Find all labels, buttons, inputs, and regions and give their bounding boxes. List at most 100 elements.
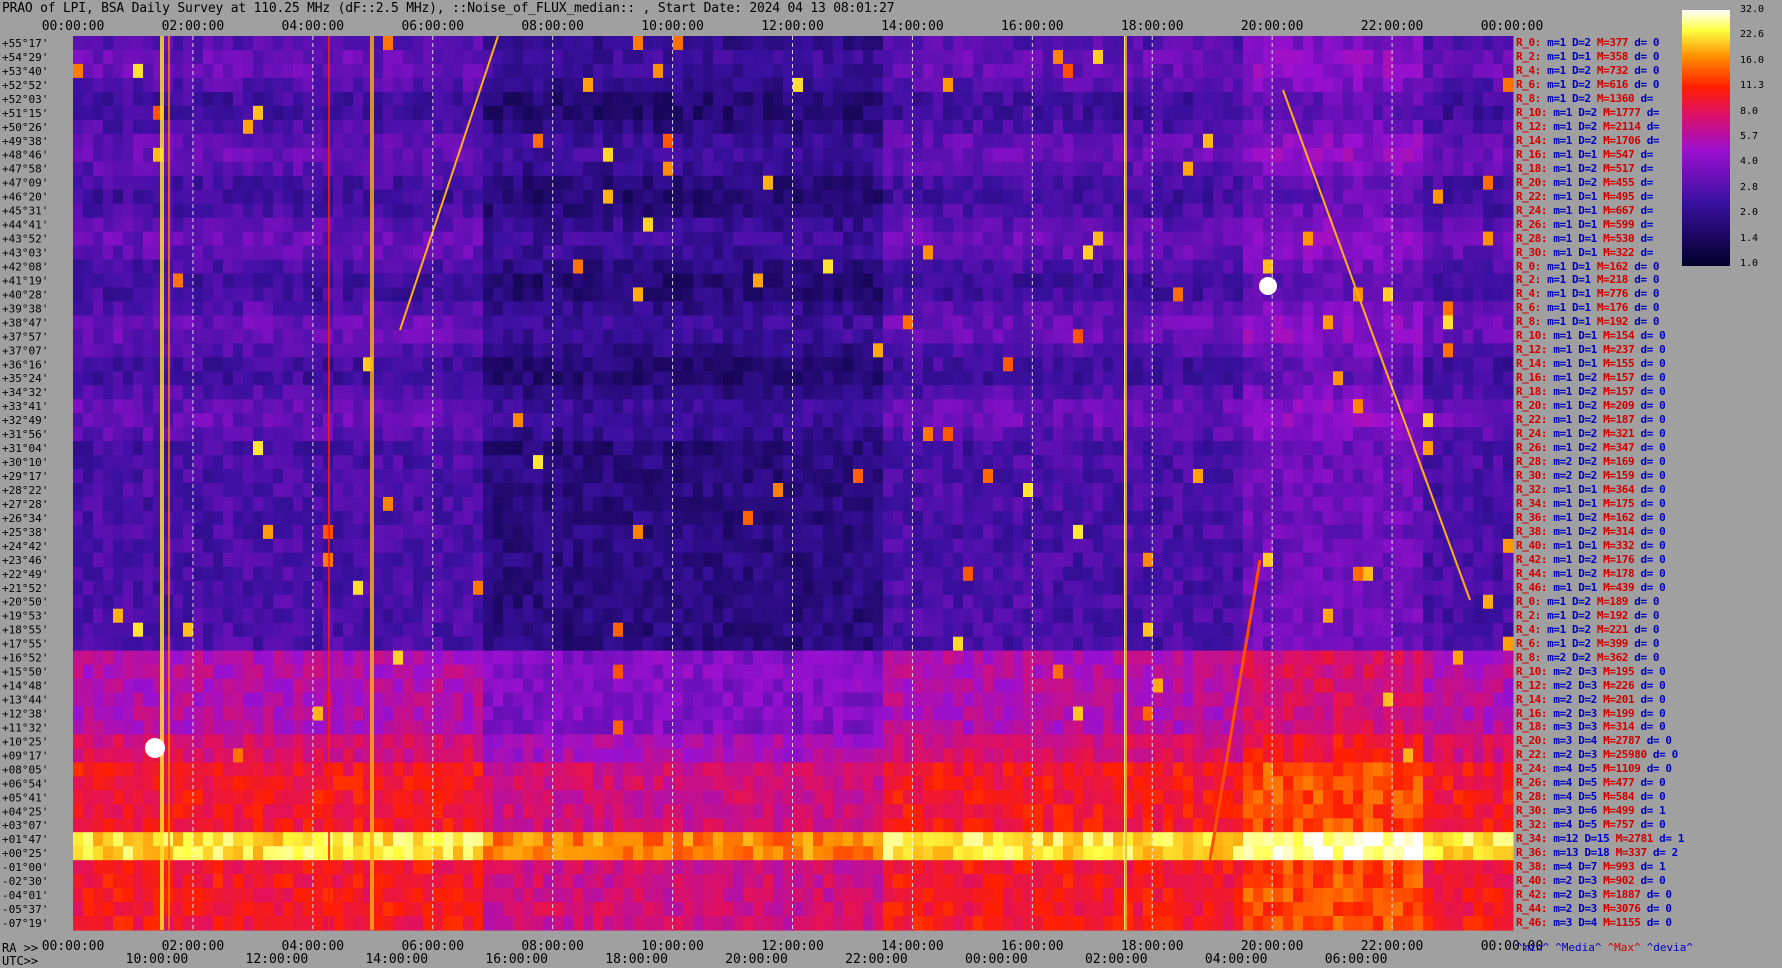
heatmap-cell bbox=[783, 329, 794, 344]
heatmap-cell bbox=[1323, 119, 1334, 135]
heatmap-cell bbox=[1373, 217, 1384, 233]
heatmap-cell bbox=[1413, 343, 1424, 358]
heatmap-cell bbox=[1183, 245, 1194, 261]
heatmap-cell bbox=[923, 343, 934, 358]
heatmap-cell bbox=[1473, 63, 1484, 79]
heatmap-cell bbox=[123, 469, 134, 484]
heatmap-cell bbox=[1453, 427, 1464, 442]
heatmap-cell bbox=[843, 231, 854, 247]
heatmap-cell bbox=[1253, 203, 1264, 219]
heatmap-cell bbox=[763, 469, 774, 484]
heatmap-cell bbox=[1073, 483, 1084, 498]
heatmap-cell bbox=[703, 161, 714, 177]
heatmap-cell bbox=[793, 301, 804, 316]
heatmap-cell bbox=[533, 161, 544, 177]
heatmap-cell bbox=[603, 91, 614, 107]
heatmap-cell bbox=[383, 231, 394, 247]
heatmap-cell bbox=[1063, 413, 1074, 428]
heatmap-cell bbox=[1343, 203, 1354, 219]
heatmap-cell bbox=[263, 231, 274, 247]
heatmap-cell bbox=[653, 287, 664, 302]
heatmap-cell bbox=[403, 119, 414, 135]
heatmap-cell bbox=[1203, 287, 1214, 302]
heatmap-cell bbox=[243, 343, 254, 358]
heatmap-cell bbox=[1173, 441, 1184, 456]
heatmap-cell bbox=[913, 203, 924, 219]
heatmap-cell bbox=[743, 203, 754, 219]
heatmap-cell bbox=[173, 91, 184, 107]
heatmap-cell bbox=[1073, 203, 1084, 219]
heatmap-cell bbox=[793, 287, 804, 302]
heatmap-cell bbox=[1073, 385, 1084, 400]
heatmap-cell bbox=[193, 231, 204, 247]
heatmap-cell bbox=[983, 273, 994, 289]
heatmap-cell bbox=[353, 105, 364, 121]
heatmap-cell bbox=[853, 510, 864, 526]
heatmap-cell bbox=[863, 133, 874, 149]
heatmap-cell bbox=[873, 385, 884, 400]
heatmap-cell bbox=[983, 133, 994, 149]
heatmap-cell bbox=[723, 413, 734, 428]
heatmap-cell bbox=[683, 119, 694, 135]
heatmap-cell bbox=[1283, 161, 1294, 177]
heatmap-cell bbox=[1243, 217, 1254, 233]
heatmap-cell bbox=[593, 245, 604, 261]
heatmap-cell bbox=[1113, 91, 1124, 107]
heatmap-cell bbox=[1013, 413, 1024, 428]
heatmap-cell bbox=[1173, 175, 1184, 191]
heatmap-cell bbox=[1413, 385, 1424, 400]
heatmap-cell bbox=[683, 455, 694, 470]
heatmap-cell bbox=[403, 231, 414, 247]
heatmap-cell bbox=[213, 63, 224, 79]
heatmap-cell bbox=[313, 385, 324, 400]
heatmap-cell bbox=[823, 399, 834, 414]
heatmap-cell bbox=[663, 455, 674, 470]
heatmap-cell bbox=[733, 483, 744, 498]
heatmap-cell bbox=[543, 301, 554, 316]
heatmap-cell bbox=[213, 147, 224, 163]
heatmap-cell bbox=[283, 273, 294, 289]
heatmap-cell bbox=[123, 147, 134, 163]
heatmap-cell bbox=[513, 497, 524, 512]
heatmap-cell bbox=[1413, 329, 1424, 344]
heatmap-cell bbox=[483, 483, 494, 498]
heatmap-cell bbox=[1503, 273, 1514, 289]
heatmap-cell bbox=[303, 161, 314, 177]
heatmap-cell bbox=[533, 329, 544, 344]
heatmap-cell bbox=[983, 119, 994, 135]
heatmap-cell bbox=[1103, 371, 1114, 386]
heatmap-cell bbox=[1403, 329, 1414, 344]
heatmap-cell bbox=[1423, 259, 1434, 275]
heatmap-cell bbox=[623, 105, 634, 121]
heatmap-cell bbox=[123, 77, 134, 93]
heatmap-cell bbox=[693, 189, 704, 205]
heatmap-cell bbox=[723, 175, 734, 191]
heatmap-cell bbox=[313, 119, 324, 135]
heatmap-cell bbox=[1093, 469, 1104, 484]
heatmap-cell bbox=[1003, 273, 1014, 289]
heatmap-cell bbox=[633, 161, 644, 177]
heatmap-cell bbox=[103, 413, 114, 428]
heatmap-cell bbox=[533, 413, 544, 428]
heatmap-cell bbox=[373, 105, 384, 121]
heatmap-cell bbox=[543, 105, 554, 121]
heatmap-cell bbox=[1163, 315, 1174, 330]
heatmap-cell bbox=[1473, 119, 1484, 135]
heatmap-cell bbox=[893, 175, 904, 191]
heatmap-cell bbox=[863, 259, 874, 275]
heatmap-cell bbox=[1013, 329, 1024, 344]
heatmap-cell bbox=[383, 441, 394, 456]
heatmap-cell bbox=[233, 301, 244, 316]
heatmap-cell bbox=[933, 301, 944, 316]
heatmap-cell bbox=[1233, 203, 1244, 219]
heatmap-cell bbox=[863, 371, 874, 386]
heatmap-cell bbox=[413, 483, 424, 498]
heatmap-cell bbox=[273, 343, 284, 358]
heatmap-cell bbox=[1303, 315, 1314, 330]
heatmap-cell bbox=[1453, 50, 1464, 65]
heatmap-cell bbox=[1203, 357, 1214, 372]
heatmap-cell bbox=[1273, 161, 1284, 177]
heatmap-cell bbox=[1103, 91, 1114, 107]
heatmap-cell bbox=[1093, 329, 1104, 344]
heatmap-cell bbox=[103, 287, 114, 302]
